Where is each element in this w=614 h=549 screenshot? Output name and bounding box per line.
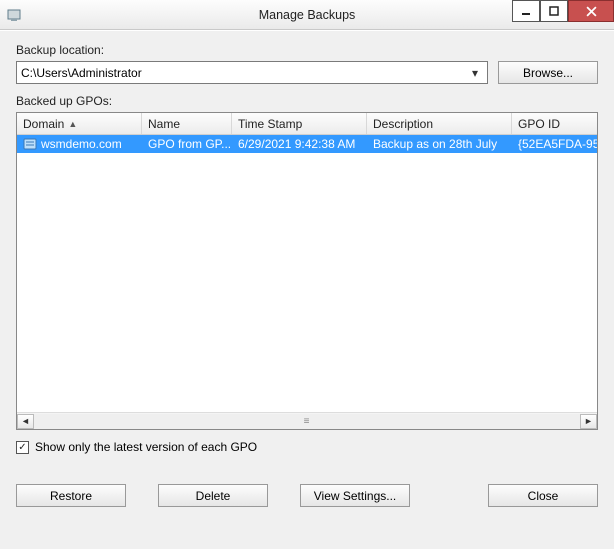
cell-description: Backup as on 28th July <box>367 137 512 151</box>
maximize-button[interactable] <box>540 0 568 22</box>
sort-asc-icon: ▲ <box>68 119 77 129</box>
client-area: Backup location: C:\Users\Administrator … <box>0 30 614 549</box>
cell-time: 6/29/2021 9:42:38 AM <box>232 137 367 151</box>
column-header-time[interactable]: Time Stamp <box>232 113 367 134</box>
delete-button[interactable]: Delete <box>158 484 268 507</box>
restore-button[interactable]: Restore <box>16 484 126 507</box>
backed-up-gpos-label: Backed up GPOs: <box>16 94 598 108</box>
column-header-description[interactable]: Description <box>367 113 512 134</box>
scroll-left-icon[interactable]: ◄ <box>17 414 34 429</box>
column-header-gpoid[interactable]: GPO ID <box>512 113 597 134</box>
window-controls <box>512 0 614 29</box>
listview-header: Domain ▲ Name Time Stamp Description GPO… <box>17 113 597 135</box>
show-latest-checkbox[interactable]: ✓ <box>16 441 29 454</box>
gpo-icon <box>23 137 37 151</box>
browse-button[interactable]: Browse... <box>498 61 598 84</box>
close-button[interactable] <box>568 0 614 22</box>
cell-domain: wsmdemo.com <box>41 137 122 151</box>
action-buttons: Restore Delete View Settings... Close <box>16 484 598 507</box>
titlebar: Manage Backups <box>0 0 614 30</box>
column-header-domain[interactable]: Domain ▲ <box>17 113 142 134</box>
scroll-grip-icon: ≡ <box>304 416 311 427</box>
app-icon <box>6 7 22 23</box>
backup-location-label: Backup location: <box>16 43 598 57</box>
show-latest-checkbox-row[interactable]: ✓ Show only the latest version of each G… <box>16 440 598 454</box>
column-header-name[interactable]: Name <box>142 113 232 134</box>
view-settings-button[interactable]: View Settings... <box>300 484 410 507</box>
table-row[interactable]: wsmdemo.com GPO from GP... 6/29/2021 9:4… <box>17 135 597 153</box>
scroll-track[interactable]: ≡ <box>34 414 580 429</box>
cell-name: GPO from GP... <box>142 137 232 151</box>
cell-gpoid: {52EA5FDA-95... <box>512 137 597 151</box>
horizontal-scrollbar[interactable]: ◄ ≡ ► <box>17 412 597 429</box>
backup-location-combo[interactable]: C:\Users\Administrator ▾ <box>16 61 488 84</box>
chevron-down-icon: ▾ <box>467 66 483 80</box>
spacer <box>442 484 456 507</box>
close-dialog-button[interactable]: Close <box>488 484 598 507</box>
minimize-button[interactable] <box>512 0 540 22</box>
scroll-right-icon[interactable]: ► <box>580 414 597 429</box>
listview-body: wsmdemo.com GPO from GP... 6/29/2021 9:4… <box>17 135 597 412</box>
backup-location-value: C:\Users\Administrator <box>21 66 142 80</box>
show-latest-label: Show only the latest version of each GPO <box>35 440 257 454</box>
gpo-listview[interactable]: Domain ▲ Name Time Stamp Description GPO… <box>16 112 598 430</box>
